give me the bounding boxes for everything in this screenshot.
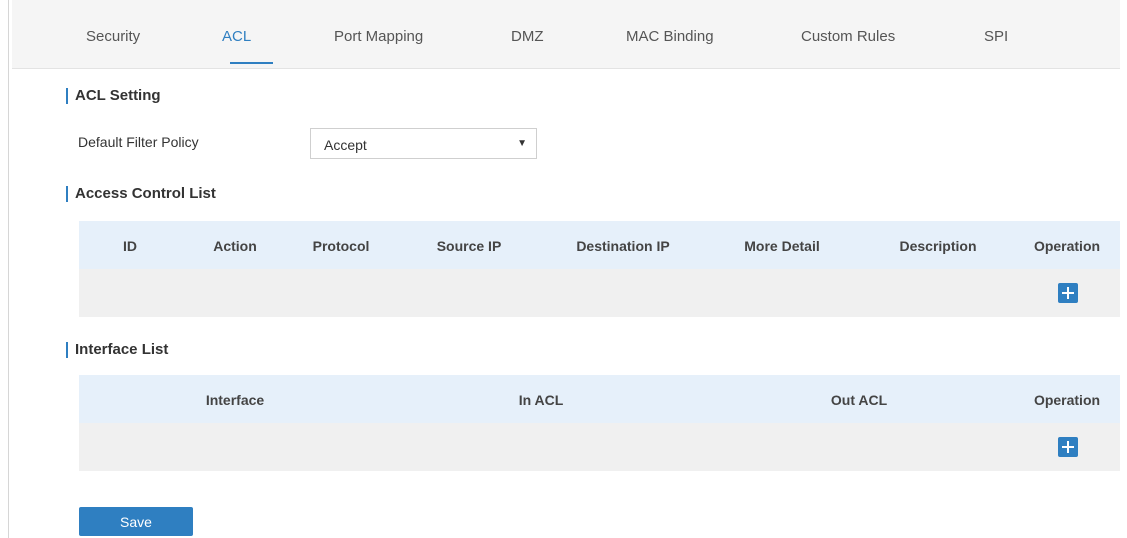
column-header-source-ip: Source IP bbox=[436, 238, 502, 254]
tab-bar: Security ACL Port Mapping DMZ MAC Bindin… bbox=[12, 0, 1120, 69]
tab-port-mapping[interactable]: Port Mapping bbox=[334, 28, 423, 45]
acl-setting-heading: ACL Setting bbox=[66, 88, 161, 104]
tab-dmz[interactable]: DMZ bbox=[511, 28, 544, 45]
tab-mac-binding[interactable]: MAC Binding bbox=[626, 28, 714, 45]
column-header-destination-ip: Destination IP bbox=[576, 238, 670, 254]
chevron-down-icon: ▼ bbox=[517, 138, 527, 149]
default-filter-policy-value: Accept bbox=[324, 137, 367, 153]
plus-icon[interactable] bbox=[1058, 283, 1078, 303]
column-header-operation: Operation bbox=[1033, 238, 1101, 254]
column-header-protocol: Protocol bbox=[312, 238, 370, 254]
column-header-more-detail: More Detail bbox=[744, 238, 820, 254]
column-header-in-acl: In ACL bbox=[518, 392, 564, 408]
default-filter-policy-select[interactable]: Accept ▼ bbox=[310, 128, 537, 159]
interface-list-heading: Interface List bbox=[66, 342, 168, 358]
column-header-out-acl: Out ACL bbox=[830, 392, 888, 408]
table-header: Interface In ACL Out ACL Operation bbox=[79, 375, 1120, 423]
active-tab-indicator bbox=[230, 62, 273, 64]
column-header-interface: Interface bbox=[205, 392, 265, 408]
column-header-description: Description bbox=[899, 238, 977, 254]
interface-table: Interface In ACL Out ACL Operation bbox=[79, 375, 1120, 471]
default-filter-policy-label: Default Filter Policy bbox=[78, 134, 199, 150]
page-left-border bbox=[8, 0, 9, 538]
save-button[interactable]: Save bbox=[79, 507, 193, 536]
table-row bbox=[79, 423, 1120, 471]
plus-icon[interactable] bbox=[1058, 437, 1078, 457]
column-header-action: Action bbox=[213, 238, 257, 254]
table-header: ID Action Protocol Source IP Destination… bbox=[79, 221, 1120, 269]
tab-acl[interactable]: ACL bbox=[222, 28, 251, 45]
access-control-table: ID Action Protocol Source IP Destination… bbox=[79, 221, 1120, 317]
tab-spi[interactable]: SPI bbox=[984, 28, 1008, 45]
tab-custom-rules[interactable]: Custom Rules bbox=[801, 28, 895, 45]
column-header-operation: Operation bbox=[1033, 392, 1101, 408]
access-control-list-heading: Access Control List bbox=[66, 186, 216, 202]
tab-security[interactable]: Security bbox=[86, 28, 140, 45]
column-header-id: ID bbox=[123, 238, 137, 254]
table-row bbox=[79, 269, 1120, 317]
